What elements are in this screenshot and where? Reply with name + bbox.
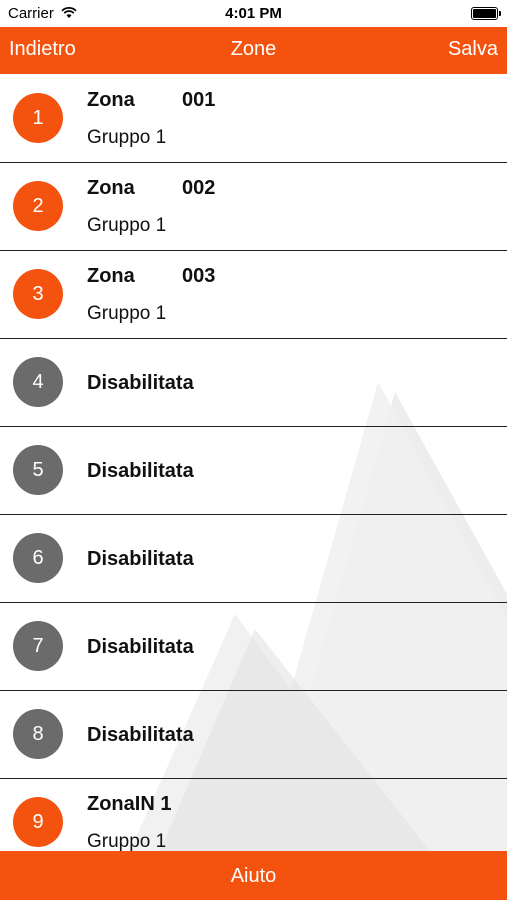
zone-name: Zona — [87, 177, 135, 199]
zone-list: 1 Zona 001 Gruppo 1 2 Zona 002 Gruppo 1 … — [0, 74, 507, 851]
zone-group: Gruppo 1 — [87, 127, 167, 148]
zone-name: ZonaIN 1 — [87, 793, 172, 815]
zone-group: Gruppo 1 — [87, 215, 167, 236]
zone-name: Zona — [87, 265, 135, 287]
zone-row-6[interactable]: 6 Disabilitata — [0, 514, 507, 603]
page-title: Zone — [230, 38, 277, 60]
zone-code: 003 — [182, 265, 216, 287]
zone-status-label: Disabilitata — [87, 460, 194, 482]
status-time: 4:01 PM — [225, 5, 282, 22]
zone-number-badge: 4 — [13, 357, 63, 407]
zone-status-label: Disabilitata — [87, 636, 194, 658]
zone-code: 002 — [182, 177, 216, 199]
zone-row-3[interactable]: 3 Zona 003 Gruppo 1 — [0, 250, 507, 339]
zone-row-5[interactable]: 5 Disabilitata — [0, 426, 507, 515]
save-button[interactable]: Salva — [448, 38, 498, 61]
zone-number-badge: 1 — [13, 93, 63, 143]
zone-name: Zona — [87, 89, 135, 111]
zone-group: Gruppo 1 — [87, 831, 167, 851]
zone-code: 001 — [182, 89, 216, 111]
zone-number-badge: 5 — [13, 445, 63, 495]
zone-row-9[interactable]: 9 ZonaIN 1 Gruppo 1 — [0, 778, 507, 851]
zone-number-badge: 7 — [13, 621, 63, 671]
zone-status-label: Disabilitata — [87, 724, 194, 746]
footer-bar: Aiuto — [0, 851, 507, 900]
zone-number-badge: 9 — [13, 797, 63, 847]
zone-row-4[interactable]: 4 Disabilitata — [0, 338, 507, 427]
battery-icon — [471, 7, 501, 20]
zone-row-8[interactable]: 8 Disabilitata — [0, 690, 507, 779]
help-button[interactable]: Aiuto — [0, 865, 507, 888]
zone-number-badge: 6 — [13, 533, 63, 583]
zone-group: Gruppo 1 — [87, 303, 167, 324]
zone-row-7[interactable]: 7 Disabilitata — [0, 602, 507, 691]
zone-number-badge: 2 — [13, 181, 63, 231]
zone-number-badge: 3 — [13, 269, 63, 319]
zone-number-badge: 8 — [13, 709, 63, 759]
zone-status-label: Disabilitata — [87, 548, 194, 570]
status-bar: Carrier 4:01 PM — [0, 0, 507, 27]
zone-row-1[interactable]: 1 Zona 001 Gruppo 1 — [0, 74, 507, 163]
navigation-bar: Indietro Zone Salva — [0, 27, 507, 74]
zone-status-label: Disabilitata — [87, 372, 194, 394]
zone-row-2[interactable]: 2 Zona 002 Gruppo 1 — [0, 162, 507, 251]
